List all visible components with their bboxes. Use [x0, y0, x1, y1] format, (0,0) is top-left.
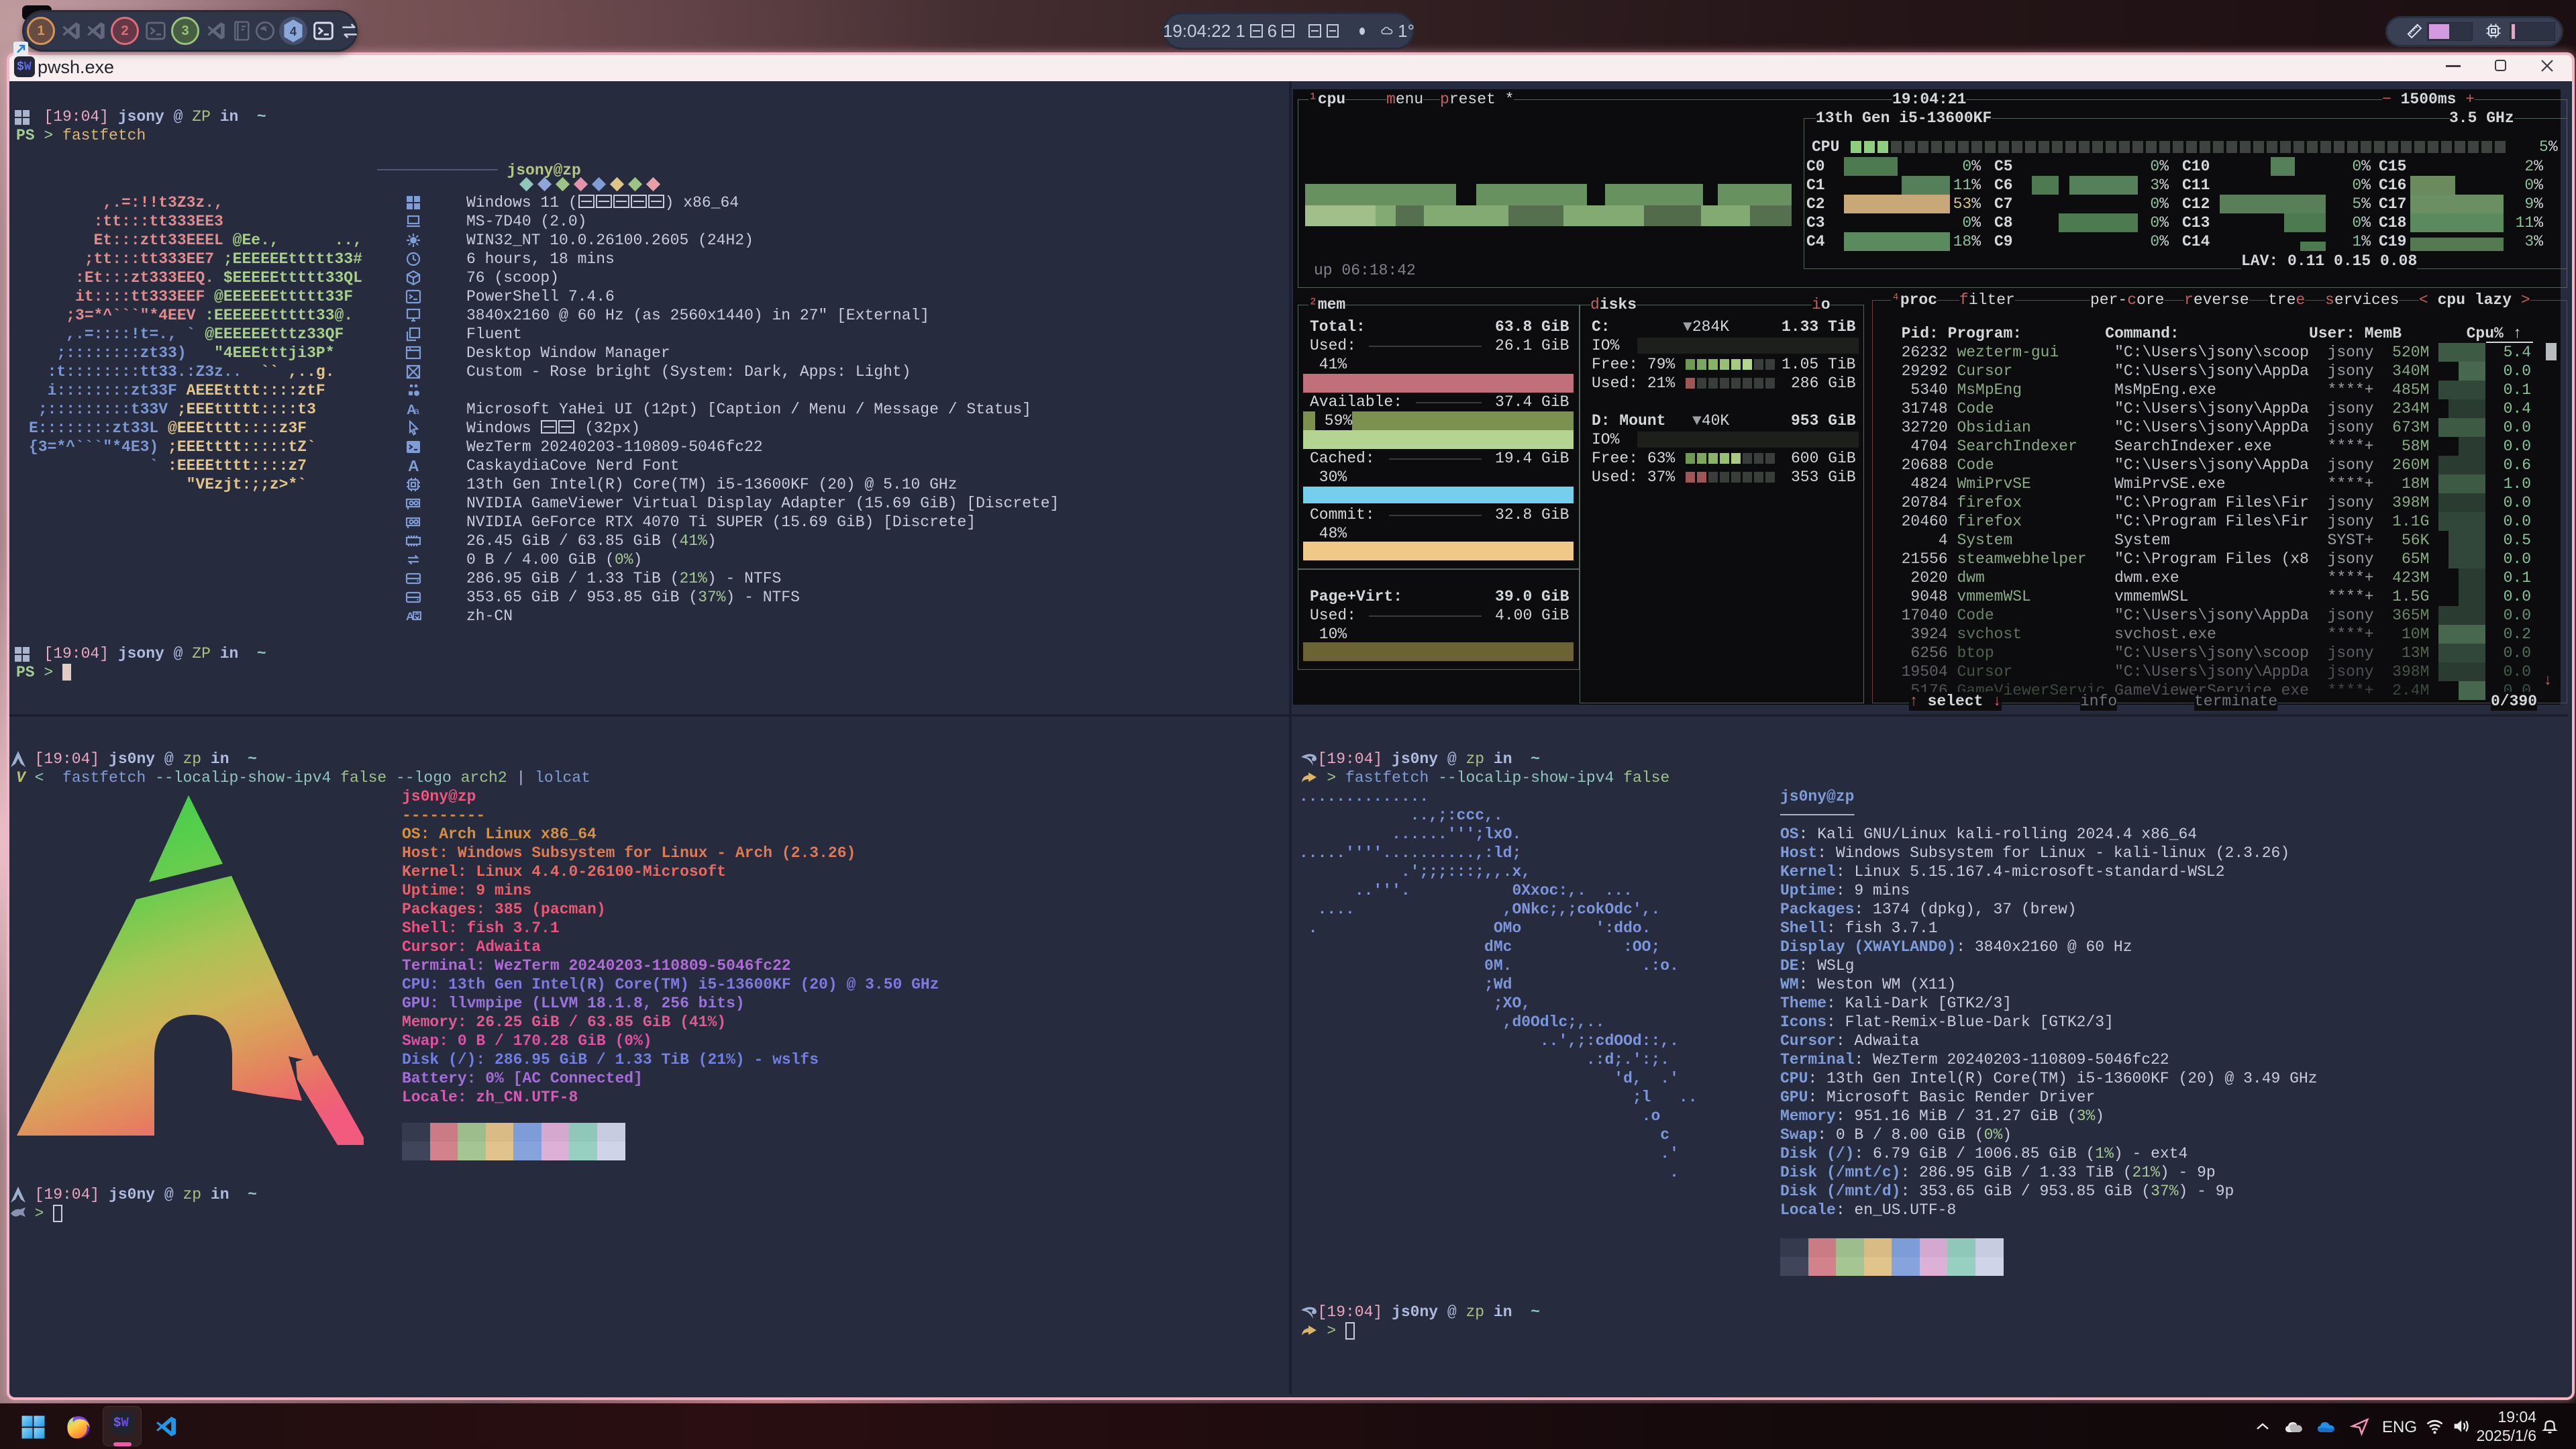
svg-text:A: A: [408, 458, 419, 474]
svg-text:a: a: [414, 405, 419, 416]
svg-text:4: 4: [290, 25, 297, 38]
